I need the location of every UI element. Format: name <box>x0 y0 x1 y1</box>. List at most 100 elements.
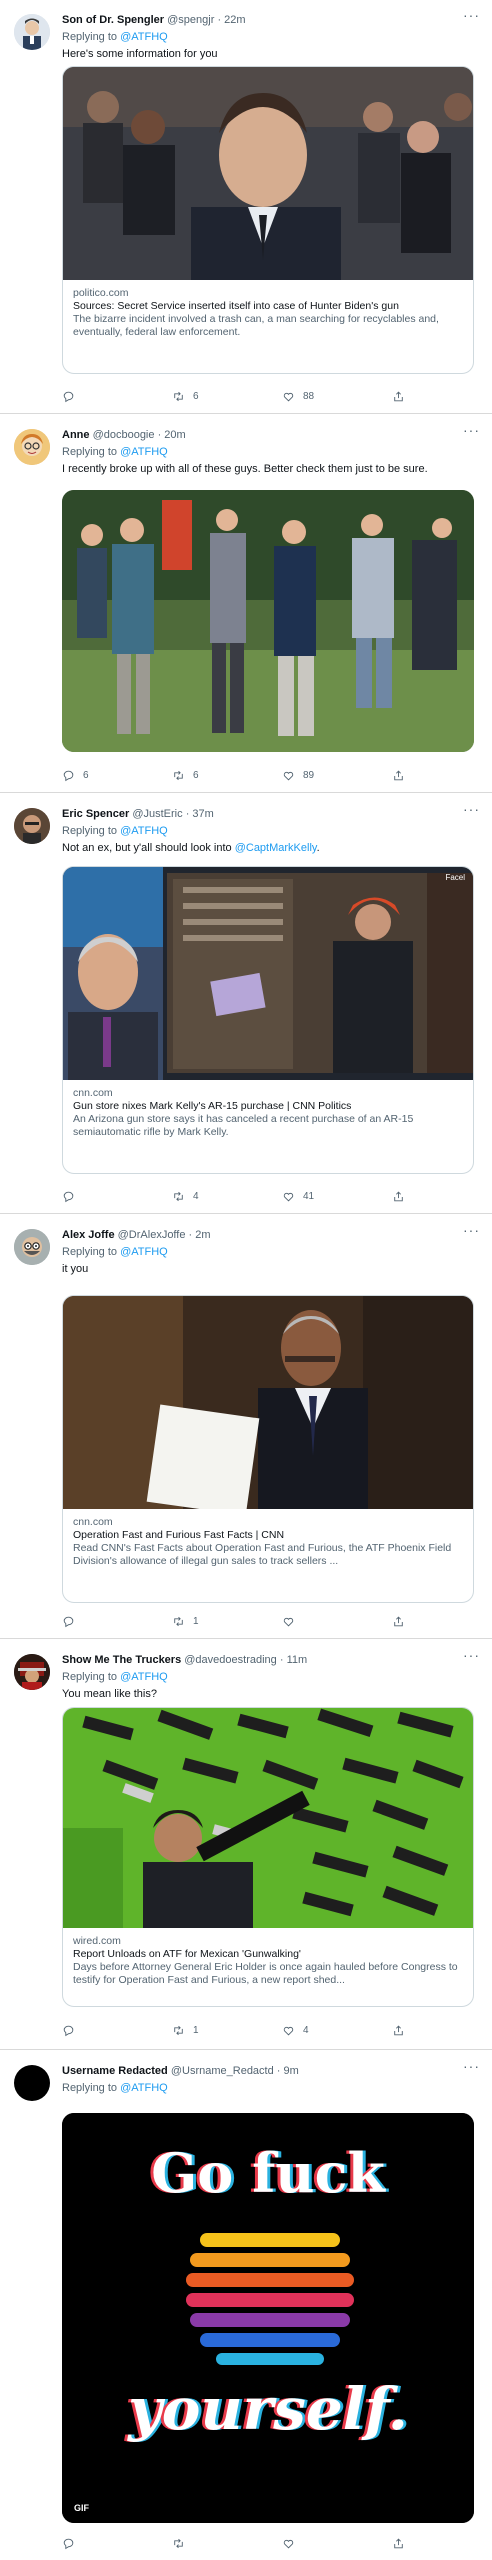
share-icon <box>394 391 403 401</box>
like-button[interactable] <box>282 1613 303 1629</box>
handle[interactable]: @Usrname_Redactd <box>171 2065 274 2077</box>
more-icon[interactable]: ··· <box>463 1223 480 1237</box>
replying-handle[interactable]: @ATFHQ <box>120 2082 168 2094</box>
replying-handle[interactable]: @ATFHQ <box>120 1671 168 1683</box>
handle[interactable]: @davedoestrading <box>184 1654 277 1666</box>
display-name[interactable]: Anne <box>62 429 90 441</box>
avatar[interactable] <box>14 14 50 50</box>
link-card[interactable]: cnn.com Operation Fast and Furious Fast … <box>62 1295 474 1603</box>
replying-handle[interactable]: @ATFHQ <box>120 446 168 458</box>
replying-handle[interactable]: @ATFHQ <box>120 1246 168 1258</box>
display-name[interactable]: Username Redacted <box>62 2065 168 2077</box>
replying-handle[interactable]: @ATFHQ <box>120 825 168 837</box>
tweet-header: Eric Spencer @JustEric · 37m <box>62 807 472 821</box>
timestamp[interactable]: · 11m <box>280 1654 307 1666</box>
card-title: Operation Fast and Furious Fast Facts | … <box>73 1529 285 1541</box>
display-name[interactable]: Alex Joffe <box>62 1229 115 1241</box>
card-image <box>63 67 473 280</box>
like-button[interactable]: 88 <box>282 388 314 404</box>
avatar[interactable] <box>14 1654 50 1690</box>
tweet[interactable]: Alex Joffe @DrAlexJoffe · 2m ··· Replyin… <box>0 1215 492 1639</box>
tweet[interactable]: Son of Dr. Spengler @spengjr · 22m ··· R… <box>0 0 492 414</box>
share-button[interactable] <box>392 1188 405 1204</box>
card-domain: politico.com <box>73 287 129 299</box>
handle[interactable]: @DrAlexJoffe <box>118 1229 186 1241</box>
link-card[interactable]: wired.com Report Unloads on ATF for Mexi… <box>62 1707 474 2007</box>
share-button[interactable] <box>392 767 405 783</box>
reply-button[interactable] <box>62 388 83 404</box>
timestamp[interactable]: · 37m <box>186 808 214 820</box>
like-button[interactable]: 41 <box>282 1188 314 1204</box>
tweet[interactable]: Eric Spencer @JustEric · 37m ··· Replyin… <box>0 794 492 1214</box>
share-icon <box>394 770 403 780</box>
handle[interactable]: @JustEric <box>132 808 182 820</box>
avatar[interactable] <box>14 429 50 465</box>
tweet[interactable]: Anne @docboogie · 20m ··· Replying to @A… <box>0 415 492 793</box>
display-name[interactable]: Son of Dr. Spengler <box>62 14 164 26</box>
reply-button[interactable]: 6 <box>62 767 89 783</box>
tweet-text-part: . <box>316 842 320 854</box>
like-button[interactable]: 4 <box>282 2022 309 2038</box>
tweet[interactable]: Show Me The Truckers @davedoestrading · … <box>0 1640 492 2050</box>
card-image-tag: Facel <box>445 873 465 882</box>
replying-label: Replying to <box>62 31 118 43</box>
more-icon[interactable]: ··· <box>463 1648 480 1662</box>
share-button[interactable] <box>392 388 405 404</box>
avatar[interactable] <box>14 808 50 844</box>
like-button[interactable]: 89 <box>282 767 314 783</box>
retweet-count: 1 <box>193 1615 199 1627</box>
retweet-count: 6 <box>193 390 199 402</box>
like-icon <box>283 771 294 780</box>
tweet-header: Son of Dr. Spengler @spengjr · 22m <box>62 13 472 27</box>
retweet-button[interactable]: 6 <box>172 767 199 783</box>
display-name[interactable]: Eric Spencer <box>62 808 129 820</box>
tweet-photo[interactable] <box>62 490 474 752</box>
more-icon[interactable]: ··· <box>463 8 480 22</box>
retweet-button[interactable]: 1 <box>172 1613 199 1629</box>
retweet-icon <box>174 391 183 401</box>
reply-icon <box>63 2025 74 2036</box>
card-description: The bizarre incident involved a trash ca… <box>73 313 439 338</box>
handle[interactable]: @docboogie <box>93 429 155 441</box>
card-description: Read CNN's Fast Facts about Operation Fa… <box>73 1542 452 1567</box>
retweet-icon <box>174 1191 183 1201</box>
reply-icon <box>63 770 74 781</box>
retweet-button[interactable]: 1 <box>172 2022 199 2038</box>
reply-button[interactable] <box>62 2535 83 2551</box>
card-body: cnn.com Gun store nixes Mark Kelly's AR-… <box>63 1080 473 1145</box>
tweet-gif[interactable]: Go fuck yourself. GIF <box>62 2113 474 2523</box>
like-button[interactable] <box>282 2535 303 2551</box>
link-card[interactable]: politico.com Sources: Secret Service ins… <box>62 66 474 374</box>
reply-button[interactable] <box>62 1613 83 1629</box>
tweet[interactable]: Username Redacted @Usrname_Redactd · 9m … <box>0 2051 492 2560</box>
retweet-icon <box>174 2538 183 2548</box>
share-button[interactable] <box>392 2535 405 2551</box>
retweet-button[interactable]: 6 <box>172 388 199 404</box>
reply-button[interactable] <box>62 2022 83 2038</box>
share-button[interactable] <box>392 2022 405 2038</box>
more-icon[interactable]: ··· <box>463 2059 480 2073</box>
avatar[interactable] <box>14 1229 50 1265</box>
timestamp[interactable]: · 9m <box>277 2065 299 2077</box>
tweet-header: Alex Joffe @DrAlexJoffe · 2m <box>62 1228 472 1242</box>
replying-to: Replying to @ATFHQ <box>62 30 168 44</box>
more-icon[interactable]: ··· <box>463 423 480 437</box>
action-bar: 1 4 <box>62 2022 422 2038</box>
more-icon[interactable]: ··· <box>463 802 480 816</box>
replying-handle[interactable]: @ATFHQ <box>120 31 168 43</box>
share-button[interactable] <box>392 1613 405 1629</box>
handle[interactable]: @spengjr <box>167 14 214 26</box>
avatar[interactable] <box>14 2065 50 2101</box>
timestamp[interactable]: · 20m <box>158 429 186 441</box>
timestamp[interactable]: · 2m <box>189 1229 211 1241</box>
card-image <box>63 1708 473 1928</box>
tweet-header: Anne @docboogie · 20m <box>62 428 472 442</box>
timestamp[interactable]: · 22m <box>217 14 245 26</box>
display-name[interactable]: Show Me The Truckers <box>62 1654 181 1666</box>
card-title: Gun store nixes Mark Kelly's AR-15 purch… <box>73 1100 352 1112</box>
retweet-button[interactable]: 4 <box>172 1188 199 1204</box>
retweet-button[interactable] <box>172 2535 193 2551</box>
reply-button[interactable] <box>62 1188 83 1204</box>
link-card[interactable]: Facel cnn.com Gun store nixes Mark Kelly… <box>62 866 474 1174</box>
mention-link[interactable]: @CaptMarkKelly <box>235 842 317 854</box>
